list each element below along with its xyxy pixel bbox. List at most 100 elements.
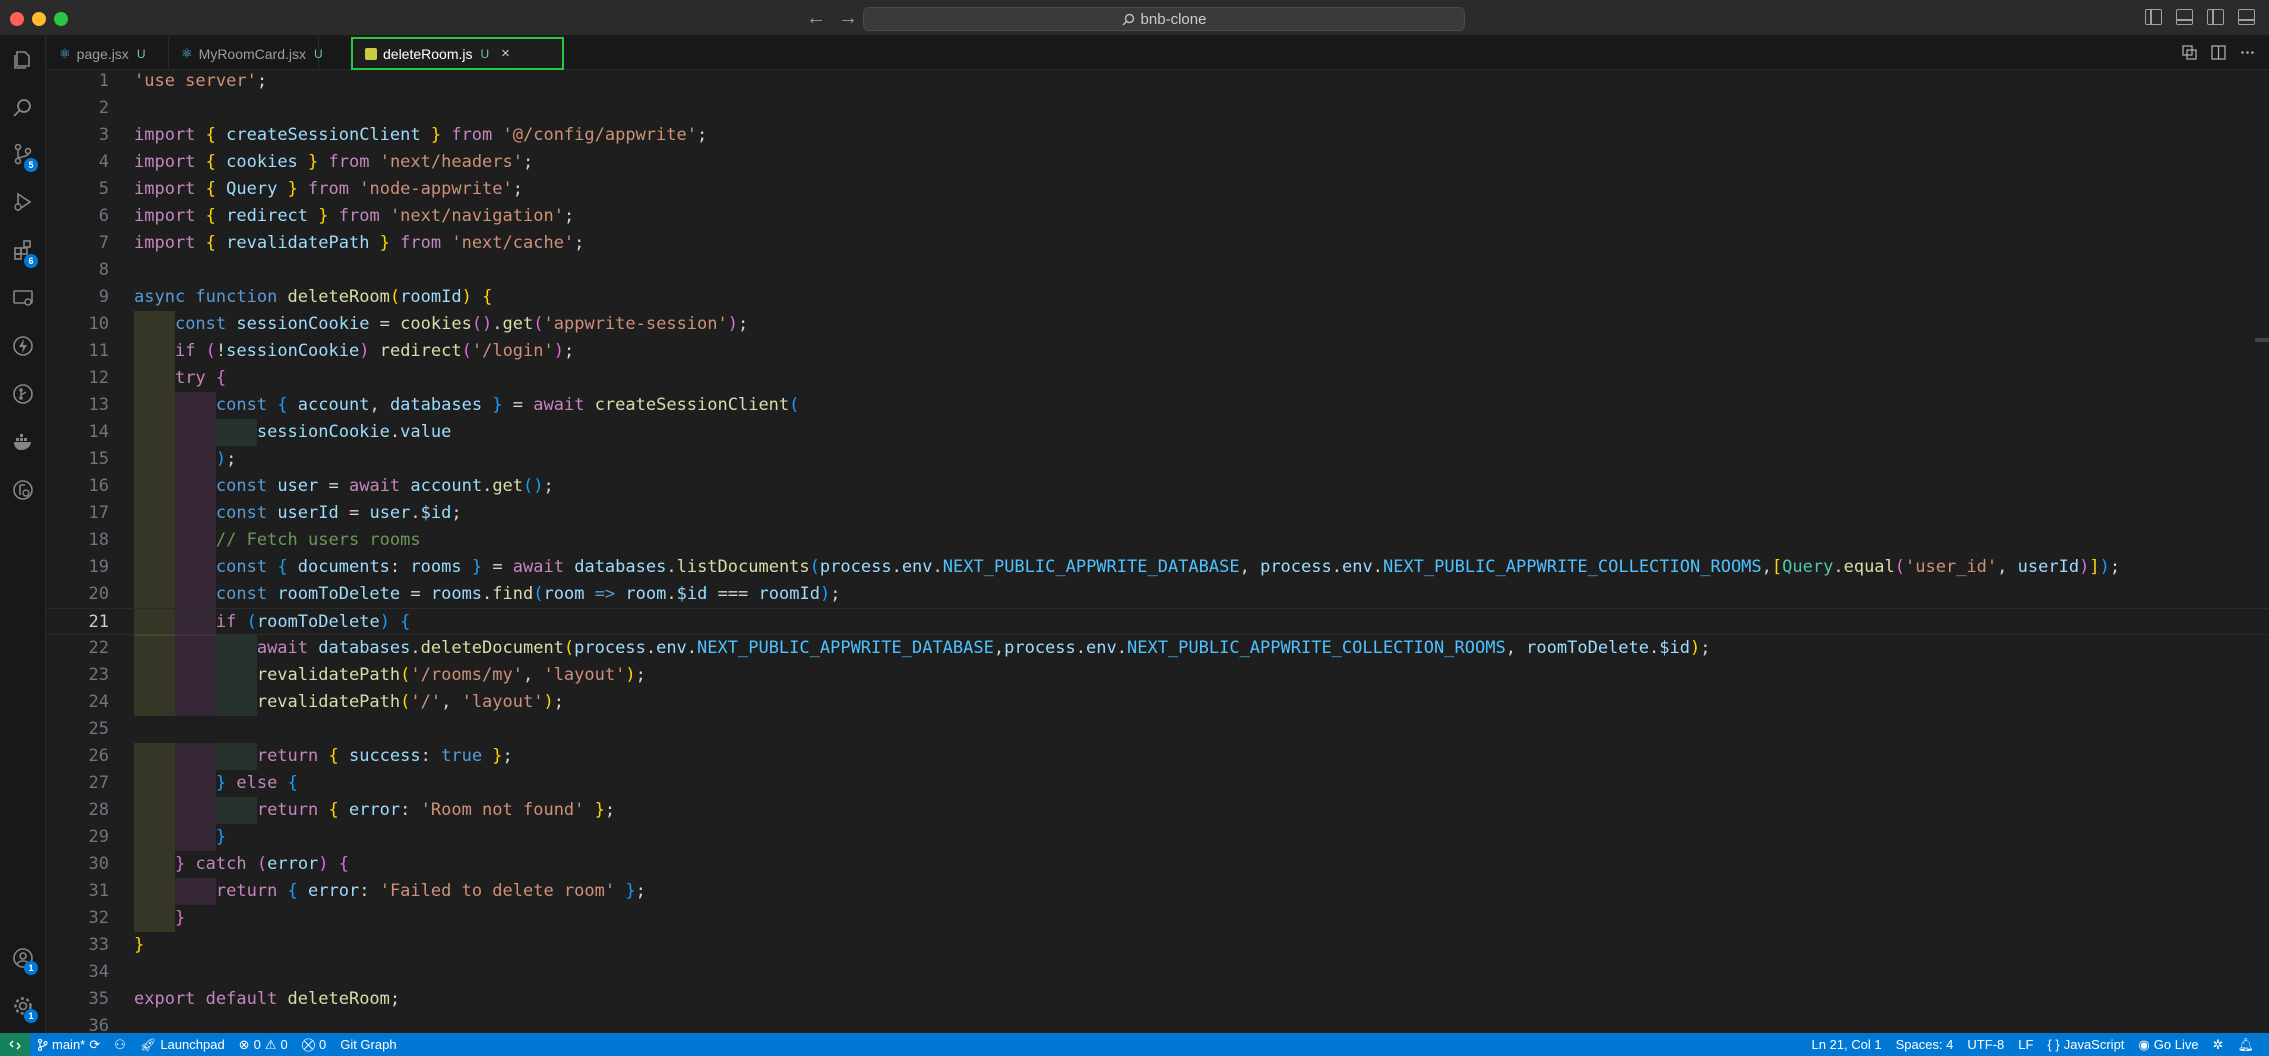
code-token: ; [256,71,268,91]
code-line[interactable]: 17 const userId = user.$id; [47,500,2269,527]
go-live-button[interactable]: ◉ Go Live [2131,1037,2205,1053]
code-line[interactable]: 22 await databases.deleteDocument(proces… [47,635,2269,662]
toggle-panel-icon[interactable] [2176,9,2193,25]
code-line[interactable]: 24 revalidatePath('/', 'layout'); [47,689,2269,716]
code-line[interactable]: 19 const { documents: rooms } = await da… [47,554,2269,581]
gitlens-icon[interactable] [12,383,34,405]
search-icon[interactable] [12,97,34,119]
tab-myroomcard-jsx[interactable]: ⚛ MyRoomCard.jsx U [169,37,323,70]
code-token: ( [246,612,257,632]
code-line[interactable]: 33} [47,932,2269,959]
code-token: env [1086,638,1117,658]
code-line[interactable]: 32 } [47,905,2269,932]
code-token: , [1239,557,1261,577]
language-mode[interactable]: { } JavaScript [2040,1037,2131,1052]
code-token: ( [533,314,544,334]
code-line[interactable]: 29 } [47,824,2269,851]
back-arrow-icon[interactable]: ← [806,7,826,29]
code-line[interactable]: 36 [47,1013,2269,1033]
tab-deleteroom-js[interactable]: deleteRoom.js U × [351,37,564,70]
code-line[interactable]: 5 import { Query } from 'node-appwrite'; [47,176,2269,203]
compare-changes-icon[interactable] [2182,45,2197,60]
code-line[interactable]: 35 export default deleteRoom; [47,986,2269,1013]
code-line[interactable]: 8 [47,257,2269,284]
code-editor[interactable]: 1'use server'; 2 3 import { createSessionCl… [47,70,2269,1033]
code-token: env [656,638,687,658]
code-token: ; [543,476,554,496]
explorer-icon[interactable] [12,49,34,71]
end-of-line[interactable]: LF [2011,1037,2040,1052]
sync-icon[interactable]: ⟳ [89,1037,100,1053]
tab-status: U [480,46,490,61]
tab-label: page.jsx [76,45,129,62]
code-line[interactable]: 21 if (roomToDelete) { [47,608,2269,636]
code-line[interactable]: 28 return { error: 'Room not found' }; [47,797,2269,824]
maximize-window-button[interactable] [54,12,68,26]
code-token: rooms [430,584,483,604]
code-token: cookies [226,152,309,172]
code-line[interactable]: 34 [47,959,2269,986]
code-token: try [174,368,216,388]
close-window-button[interactable] [10,12,24,26]
code-line[interactable]: 4 import { cookies } from 'next/headers'; [47,149,2269,176]
code-line[interactable]: 20 const roomToDelete = rooms.find(room … [47,581,2269,608]
run-debug-icon[interactable] [12,191,34,213]
code-token: ; [574,233,585,253]
cursor-position[interactable]: Ln 21, Col 1 [1804,1037,1888,1052]
customize-layout-icon[interactable] [2238,9,2255,25]
testing-icon[interactable] [12,479,34,501]
code-token: => [594,584,626,604]
git-graph-button[interactable]: Git Graph [333,1037,403,1052]
toggle-secondary-sidebar-icon[interactable] [2207,9,2224,25]
docker-icon[interactable] [12,431,34,453]
code-line[interactable]: 10 const sessionCookie = cookies().get('… [47,311,2269,338]
branch-status[interactable]: main* ⟳ [30,1037,107,1053]
encoding[interactable]: UTF-8 [1960,1037,2011,1052]
code-line[interactable]: 3 import { createSessionClient } from '@/… [47,122,2269,149]
minimize-window-button[interactable] [32,12,46,26]
code-line[interactable]: 6 import { redirect } from 'next/navigati… [47,203,2269,230]
code-line[interactable]: 26 return { success: true }; [47,743,2269,770]
close-icon[interactable]: × [501,45,510,62]
remote-indicator[interactable] [0,1033,30,1056]
code-line[interactable]: 25 [47,716,2269,743]
code-line[interactable]: 7 import { revalidatePath } from 'next/ca… [47,230,2269,257]
code-line[interactable]: 14 sessionCookie.value [47,419,2269,446]
code-line[interactable]: 9 async function deleteRoom(roomId) { [47,284,2269,311]
code-line[interactable]: 31 return { error: 'Failed to delete roo… [47,878,2269,905]
code-token: if [215,612,247,632]
code-line[interactable]: 27 } else { [47,770,2269,797]
code-line[interactable]: 15 ); [47,446,2269,473]
copilot-status[interactable]: ✲ [2206,1037,2231,1053]
code-token: ; [523,152,534,172]
code-line[interactable]: 18 // Fetch users rooms [47,527,2269,554]
code-line[interactable]: 23 revalidatePath('/rooms/my', 'layout')… [47,662,2269,689]
code-text: } else { [134,770,298,797]
code-line[interactable]: 2 [47,95,2269,122]
code-token: ) [379,612,401,632]
forward-arrow-icon[interactable]: → [838,7,858,29]
problems-status[interactable]: ⊗ 0 ⚠ 0 [232,1037,295,1053]
code-line[interactable]: 12 try { [47,365,2269,392]
indentation[interactable]: Spaces: 4 [1889,1037,1961,1052]
remote-explorer-icon[interactable] [12,287,34,309]
code-line[interactable]: 16 const user = await account.get(); [47,473,2269,500]
code-token: ) [553,341,564,361]
launchpad-status[interactable]: 🚀︎ Launchpad [133,1037,232,1053]
split-editor-icon[interactable] [2211,45,2226,60]
command-center-search[interactable]: bnb-clone [863,7,1465,31]
thunder-client-icon[interactable] [12,335,34,357]
code-token: export [134,989,206,1009]
notifications[interactable]: 🔔︎ [2230,1037,2261,1053]
tab-page-jsx[interactable]: ⚛ page.jsx U [47,37,169,70]
more-actions-icon[interactable] [2240,45,2255,60]
extension-status[interactable]: ⚇ [107,1037,133,1053]
code-line[interactable]: 11 if (!sessionCookie) redirect('/login'… [47,338,2269,365]
code-line[interactable]: 30 } catch (error) { [47,851,2269,878]
toggle-sidebar-icon[interactable] [2145,9,2162,25]
code-line[interactable]: 13 const { account, databases } = await … [47,392,2269,419]
ports-status[interactable]: ⛒ 0 [295,1037,334,1053]
code-line[interactable]: 1 'use server'; [47,70,2269,95]
